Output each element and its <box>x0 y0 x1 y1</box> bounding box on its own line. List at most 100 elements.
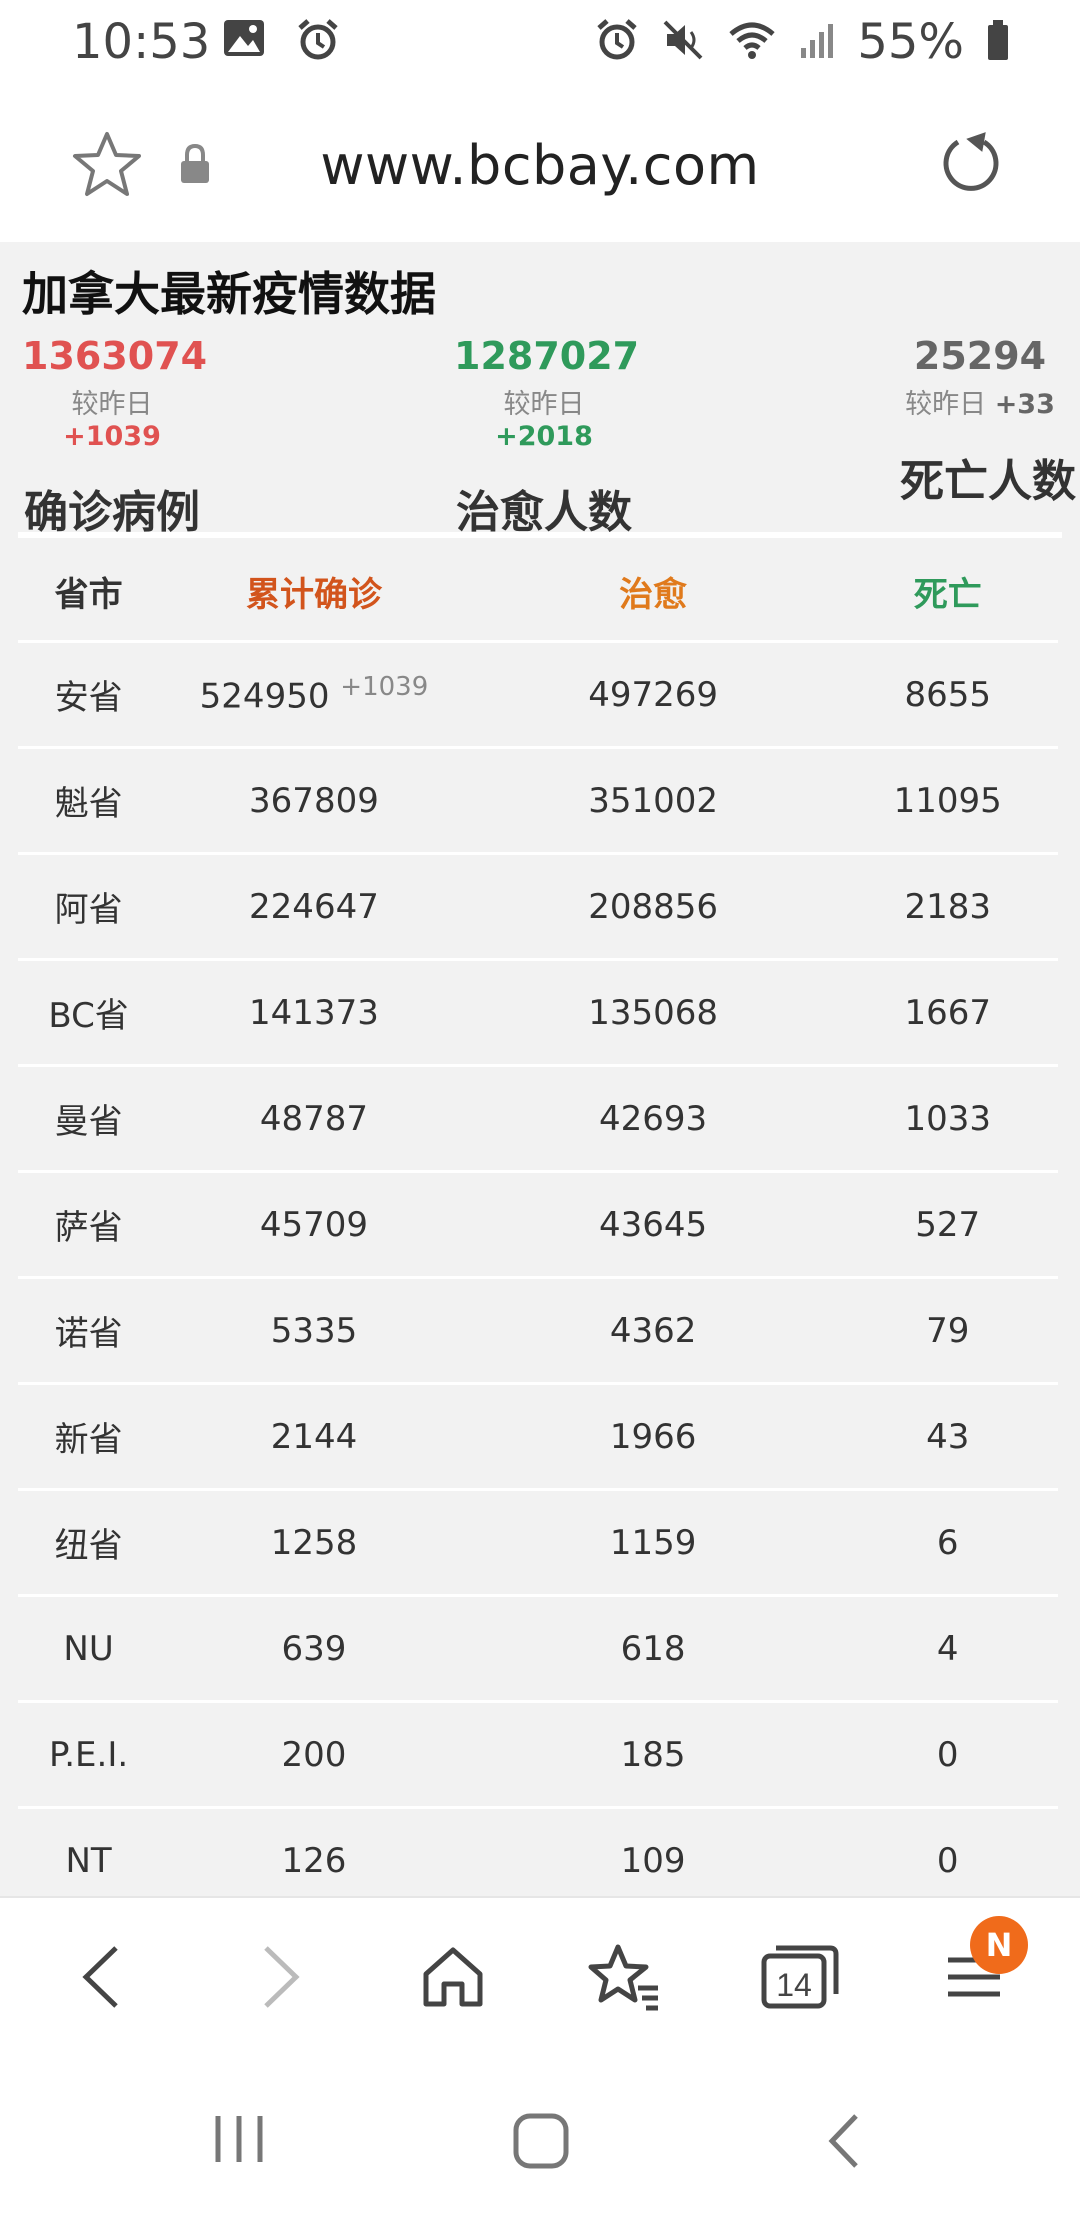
confirmed-label: 确诊病例 <box>24 487 200 538</box>
deaths-cell: 4 <box>837 1595 1058 1703</box>
table-row: 阿省 224647 208856 2183 <box>18 853 1058 961</box>
reload-icon[interactable] <box>938 130 1004 200</box>
confirmed-cell: 126 <box>159 1807 469 1896</box>
table-row: NU 639 618 4 <box>18 1595 1058 1703</box>
summary-deaths: 25294 较昨日 +33 死亡人数 <box>900 334 1080 509</box>
header-confirmed: 累计确诊 <box>159 542 469 643</box>
deaths-cell: 79 <box>837 1277 1058 1385</box>
recovered-cell: 109 <box>468 1807 838 1896</box>
recovered-label: 治愈人数 <box>456 487 632 538</box>
home-icon[interactable] <box>418 1942 488 2016</box>
browser-toolbar: 14 N <box>0 1896 1080 2058</box>
battery-percent: 55% <box>857 14 964 70</box>
bookmarks-icon[interactable] <box>588 1942 662 2016</box>
recovered-cell: 4362 <box>468 1277 838 1385</box>
province-name: 安省 <box>18 641 160 749</box>
recovered-cell: 42693 <box>468 1065 838 1173</box>
page-content: 加拿大最新疫情数据 1363074 较昨日 +1039 确诊病例 1287027… <box>0 242 1080 1896</box>
confirmed-cell: 48787 <box>159 1065 469 1173</box>
status-time: 10:53 <box>72 14 211 70</box>
confirmed-cell: 1258 <box>159 1489 469 1597</box>
svg-text:14: 14 <box>776 1967 812 2003</box>
forward-icon[interactable] <box>258 1942 304 2016</box>
alarm-icon <box>595 18 639 66</box>
recovered-delta: 较昨日 +2018 <box>495 389 593 452</box>
confirmed-cell: 639 <box>159 1595 469 1703</box>
tabs-icon[interactable]: 14 <box>760 1942 840 2016</box>
deaths-cell: 527 <box>837 1171 1058 1279</box>
divider <box>18 532 1062 538</box>
province-name: 阿省 <box>18 853 160 961</box>
recent-apps-icon[interactable] <box>212 2112 266 2170</box>
deaths-cell: 0 <box>837 1701 1058 1809</box>
recovered-cell: 43645 <box>468 1171 838 1279</box>
url-bar[interactable]: www.bcbay.com <box>0 100 1080 240</box>
confirmed-cell: 524950 +1039 <box>159 641 469 749</box>
table-header-row: 省市 累计确诊 治愈 死亡 <box>18 542 1058 643</box>
signal-icon <box>799 20 835 64</box>
confirmed-cell: 141373 <box>159 959 469 1067</box>
table-row: P.E.I. 200 185 0 <box>18 1701 1058 1809</box>
header-deaths: 死亡 <box>837 542 1058 643</box>
recovered-cell: 351002 <box>468 747 838 855</box>
province-table: 省市 累计确诊 治愈 死亡 安省 524950 +1039 497269 865… <box>18 542 1058 1896</box>
table-row: NT 126 109 0 <box>18 1807 1058 1896</box>
recovered-cell: 135068 <box>468 959 838 1067</box>
province-name: 诺省 <box>18 1277 160 1385</box>
table-row: 魁省 367809 351002 11095 <box>18 747 1058 855</box>
confirmed-cell: 224647 <box>159 853 469 961</box>
table-row: 纽省 1258 1159 6 <box>18 1489 1058 1597</box>
deaths-cell: 1667 <box>837 959 1058 1067</box>
back-icon[interactable] <box>78 1942 124 2016</box>
deaths-cell: 11095 <box>837 747 1058 855</box>
battery-icon <box>986 18 1010 66</box>
recovered-cell: 618 <box>468 1595 838 1703</box>
mute-icon <box>661 18 705 66</box>
confirmed-cell: 5335 <box>159 1277 469 1385</box>
system-nav-bar <box>0 2056 1080 2220</box>
table-row: 曼省 48787 42693 1033 <box>18 1065 1058 1173</box>
recovered-cell: 208856 <box>468 853 838 961</box>
recovered-cell: 497269 <box>468 641 838 749</box>
confirmed-increase: +1039 <box>340 672 429 703</box>
url-text[interactable]: www.bcbay.com <box>0 134 1080 197</box>
wifi-icon <box>727 18 777 66</box>
home-button-icon[interactable] <box>512 2112 570 2174</box>
confirmed-cell: 45709 <box>159 1171 469 1279</box>
image-icon <box>222 18 266 66</box>
confirmed-cell: 367809 <box>159 747 469 855</box>
deaths-cell: 8655 <box>837 641 1058 749</box>
province-name: NT <box>18 1807 160 1896</box>
deaths-delta: 较昨日 +33 <box>905 389 1055 420</box>
recovered-count: 1287027 <box>454 334 640 378</box>
deaths-cell: 6 <box>837 1489 1058 1597</box>
deaths-cell: 43 <box>837 1383 1058 1491</box>
deaths-label: 死亡人数 <box>900 456 1076 507</box>
page-title: 加拿大最新疫情数据 <box>22 267 436 321</box>
confirmed-cell: 2144 <box>159 1383 469 1491</box>
province-name: P.E.I. <box>18 1701 160 1809</box>
summary-confirmed: 1363074 较昨日 +1039 确诊病例 <box>22 334 208 540</box>
deaths-cell: 2183 <box>837 853 1058 961</box>
system-back-icon[interactable] <box>824 2112 864 2174</box>
header-recovered: 治愈 <box>468 542 838 643</box>
province-name: BC省 <box>18 959 160 1067</box>
province-name: 纽省 <box>18 1489 160 1597</box>
recovered-cell: 1159 <box>468 1489 838 1597</box>
header-province: 省市 <box>18 542 160 643</box>
table-row: 诺省 5335 4362 79 <box>18 1277 1058 1385</box>
table-row: 新省 2144 1966 43 <box>18 1383 1058 1491</box>
province-name: 魁省 <box>18 747 160 855</box>
table-row: 安省 524950 +1039 497269 8655 <box>18 641 1058 749</box>
confirmed-delta: 较昨日 +1039 <box>63 389 161 452</box>
alarm-icon <box>296 18 340 66</box>
summary-recovered: 1287027 较昨日 +2018 治愈人数 <box>454 334 640 540</box>
province-name: 新省 <box>18 1383 160 1491</box>
province-name: 萨省 <box>18 1171 160 1279</box>
deaths-count: 25294 <box>913 334 1047 378</box>
confirmed-count: 1363074 <box>22 334 208 378</box>
confirmed-cell: 200 <box>159 1701 469 1809</box>
recovered-cell: 185 <box>468 1701 838 1809</box>
table-row: 萨省 45709 43645 527 <box>18 1171 1058 1279</box>
menu-badge: N <box>970 1916 1028 1974</box>
